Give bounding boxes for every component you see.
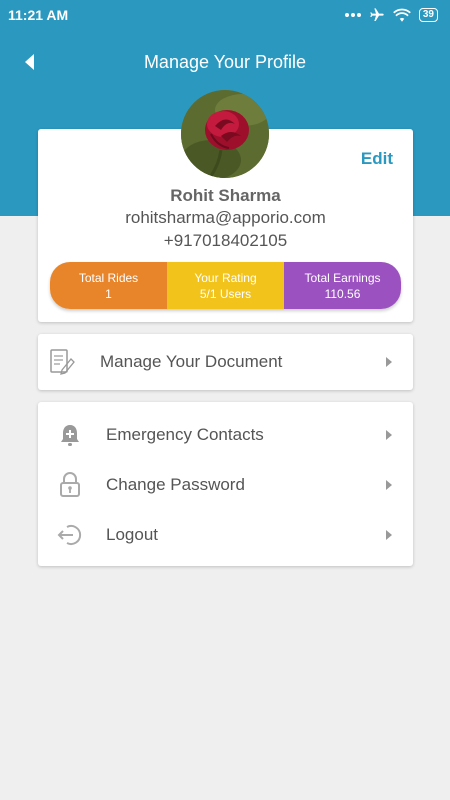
user-name: Rohit Sharma bbox=[170, 186, 281, 205]
status-bar: 11:21 AM 39 bbox=[0, 0, 450, 30]
page-title: Manage Your Profile bbox=[143, 51, 307, 72]
wifi-icon bbox=[393, 8, 411, 22]
more-dots-icon bbox=[344, 13, 361, 17]
stat-total-earnings: Total Earnings 110.56 bbox=[284, 262, 401, 309]
manage-document-row[interactable]: Manage Your Document bbox=[38, 339, 413, 385]
chevron-right-icon bbox=[386, 480, 392, 490]
rose-photo bbox=[181, 90, 269, 178]
stat-label: Total Earnings bbox=[304, 270, 381, 285]
menu-item-emergency-contacts[interactable]: Emergency Contacts bbox=[38, 412, 413, 458]
stat-your-rating: Your Rating 5/1 Users bbox=[167, 262, 284, 309]
lock-icon bbox=[56, 471, 84, 499]
stat-total-rides: Total Rides 1 bbox=[50, 262, 167, 309]
manage-document-card[interactable]: Manage Your Document bbox=[38, 334, 413, 390]
bell-plus-icon bbox=[56, 421, 84, 449]
logout-icon bbox=[56, 521, 84, 549]
stat-label: Total Rides bbox=[78, 270, 139, 285]
status-icons: 39 bbox=[344, 7, 438, 23]
menu-item-label: Logout bbox=[106, 525, 158, 544]
menu-item-logout[interactable]: Logout bbox=[38, 512, 413, 558]
airplane-icon bbox=[370, 8, 384, 21]
stat-label: Your Rating bbox=[194, 270, 257, 285]
menu-item-change-password[interactable]: Change Password bbox=[38, 462, 413, 508]
menu-item-label: Change Password bbox=[106, 475, 245, 494]
avatar[interactable] bbox=[181, 90, 269, 178]
chevron-right-icon bbox=[386, 530, 392, 540]
stat-value: 1 bbox=[105, 286, 112, 301]
manage-document-label: Manage Your Document bbox=[100, 352, 283, 371]
document-edit-icon bbox=[48, 348, 76, 376]
menu-item-label: Emergency Contacts bbox=[106, 425, 264, 444]
chevron-right-icon bbox=[386, 430, 392, 440]
status-time: 11:21 AM bbox=[8, 7, 69, 23]
user-phone: +917018402105 bbox=[163, 231, 288, 250]
battery-indicator: 39 bbox=[418, 8, 438, 22]
user-email: rohitsharma@apporio.com bbox=[125, 208, 326, 227]
stat-value: 5/1 Users bbox=[199, 286, 252, 301]
top-bar: Manage Your Profile bbox=[0, 40, 450, 84]
edit-button[interactable]: Edit bbox=[361, 149, 393, 169]
stats-bar: Total Rides 1 Your Rating 5/1 Users Tota… bbox=[50, 262, 401, 309]
settings-menu-card: Emergency Contacts Change Password Logou… bbox=[38, 402, 413, 566]
chevron-right-icon bbox=[386, 357, 392, 367]
stat-value: 110.56 bbox=[324, 286, 361, 301]
